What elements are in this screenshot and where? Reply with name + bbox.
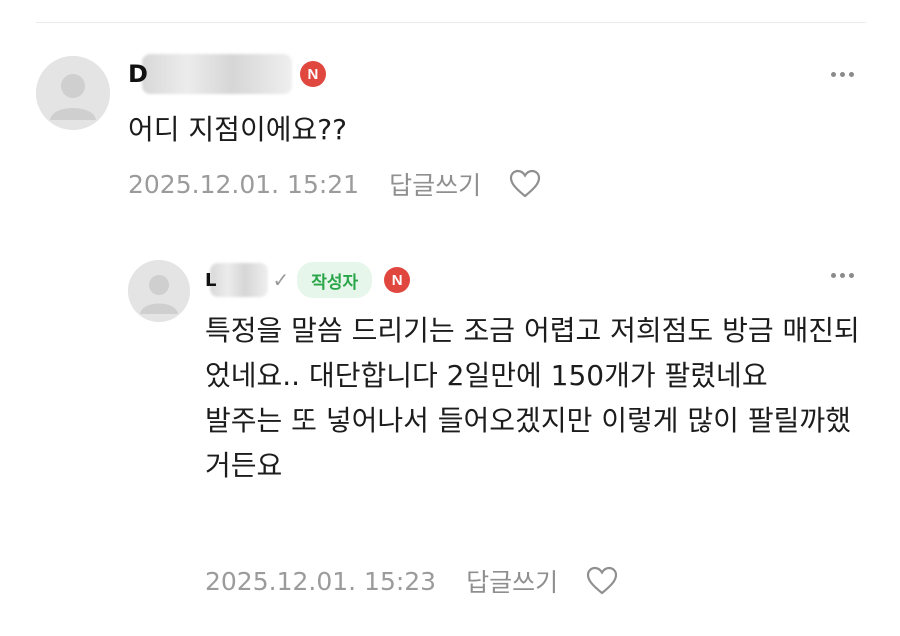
author-name[interactable]: D xyxy=(128,60,148,88)
avatar[interactable] xyxy=(36,56,110,130)
more-dots-icon[interactable] xyxy=(831,72,854,77)
author-tag: 작성자 xyxy=(297,262,373,298)
default-profile-icon xyxy=(36,56,110,130)
blurred-author-name xyxy=(210,263,269,297)
default-profile-icon xyxy=(128,260,190,322)
timestamp: 2025.12.01. 15:21 xyxy=(128,169,360,199)
author-name[interactable]: L xyxy=(205,270,216,291)
author-row: L ✓ 작성자 N xyxy=(205,260,411,300)
reply-button[interactable]: 답글쓰기 xyxy=(389,166,481,202)
top-divider xyxy=(36,22,866,23)
new-badge: N xyxy=(299,61,326,87)
comment-text: 어디 지점이에요?? xyxy=(128,113,347,146)
timestamp: 2025.12.01. 15:23 xyxy=(205,566,437,596)
comment-meta: 2025.12.01. 15:23 답글쓰기 xyxy=(205,563,618,599)
avatar[interactable] xyxy=(128,260,190,322)
new-badge: N xyxy=(384,267,411,293)
author-row: D N xyxy=(128,54,326,94)
comment-text: 특정을 말씀 드리기는 조금 어렵고 저희점도 방금 매진되었네요.. 대단합니… xyxy=(205,314,860,482)
blurred-author-name xyxy=(141,54,292,94)
more-dots-icon[interactable] xyxy=(831,273,854,278)
reply-button[interactable]: 답글쓰기 xyxy=(466,563,558,599)
owner-icon: ✓ xyxy=(272,268,290,292)
comment-meta: 2025.12.01. 15:21 답글쓰기 xyxy=(128,166,541,202)
heart-outline-icon[interactable] xyxy=(509,169,541,199)
heart-outline-icon[interactable] xyxy=(586,566,618,596)
